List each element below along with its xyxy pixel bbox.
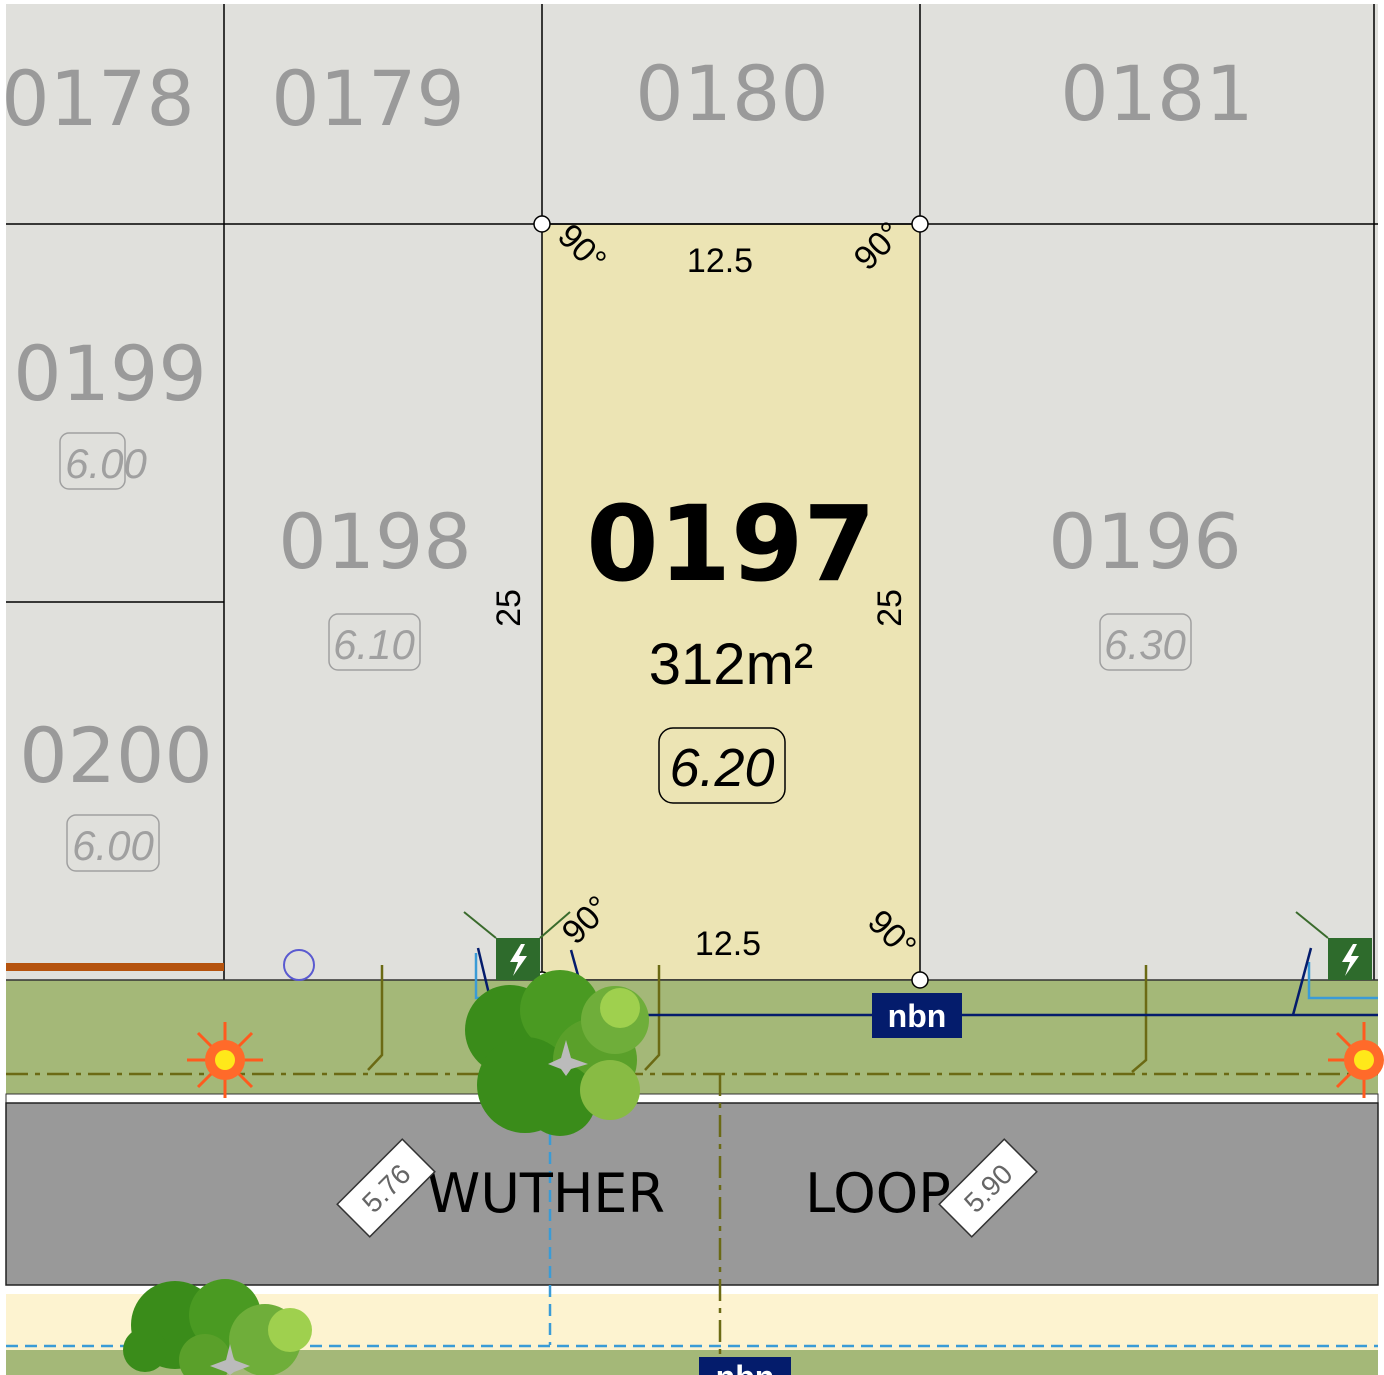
lot-level-0196: 6.30: [1104, 621, 1186, 668]
nbn-label: nbn: [888, 998, 947, 1034]
street-name-part1: WUTHER: [427, 1162, 665, 1225]
nbn-label-partial: nbn: [716, 1359, 775, 1375]
street-name-part2: LOOP: [805, 1162, 951, 1225]
lot-level-0198: 6.10: [333, 621, 415, 668]
power-pillar-icon: [1328, 938, 1372, 980]
selected-lot-level: 6.20: [669, 738, 774, 798]
boundary-strip: [6, 963, 224, 971]
selected-lot-number: 0197: [586, 483, 875, 605]
lot-level-0200: 6.00: [72, 822, 154, 869]
power-pillar-icon: [496, 938, 540, 980]
lot-number-0180: 0180: [635, 49, 828, 138]
lot-level-0199: 6.00: [65, 440, 147, 487]
lot-number-0179: 0179: [271, 54, 464, 143]
lot-number-0196: 0196: [1048, 497, 1241, 586]
lot-number-0198: 0198: [278, 497, 471, 586]
street-light-icon: [187, 1022, 263, 1098]
lot-number-0181: 0181: [1060, 49, 1253, 138]
dimension-depth-left: 25: [490, 589, 528, 627]
lot-plan-map: 0178 0179 0180 0181 0199 0198 0200 0196 …: [1, 4, 1384, 1375]
lot-number-0200: 0200: [19, 711, 212, 800]
dimension-depth-right: 25: [871, 589, 909, 627]
tree-icon: [465, 970, 649, 1136]
lot-number-0178: 0178: [1, 54, 194, 143]
dimension-frontage: 12.5: [695, 925, 761, 963]
verge: [6, 980, 1378, 1094]
road: [5, 1102, 1379, 1286]
selected-lot-area: 312m²: [649, 632, 813, 697]
dimension-rear: 12.5: [687, 242, 753, 280]
kerb: [5, 1093, 1379, 1104]
tree-icon: [123, 1279, 312, 1375]
lot-number-0199: 0199: [13, 329, 206, 418]
